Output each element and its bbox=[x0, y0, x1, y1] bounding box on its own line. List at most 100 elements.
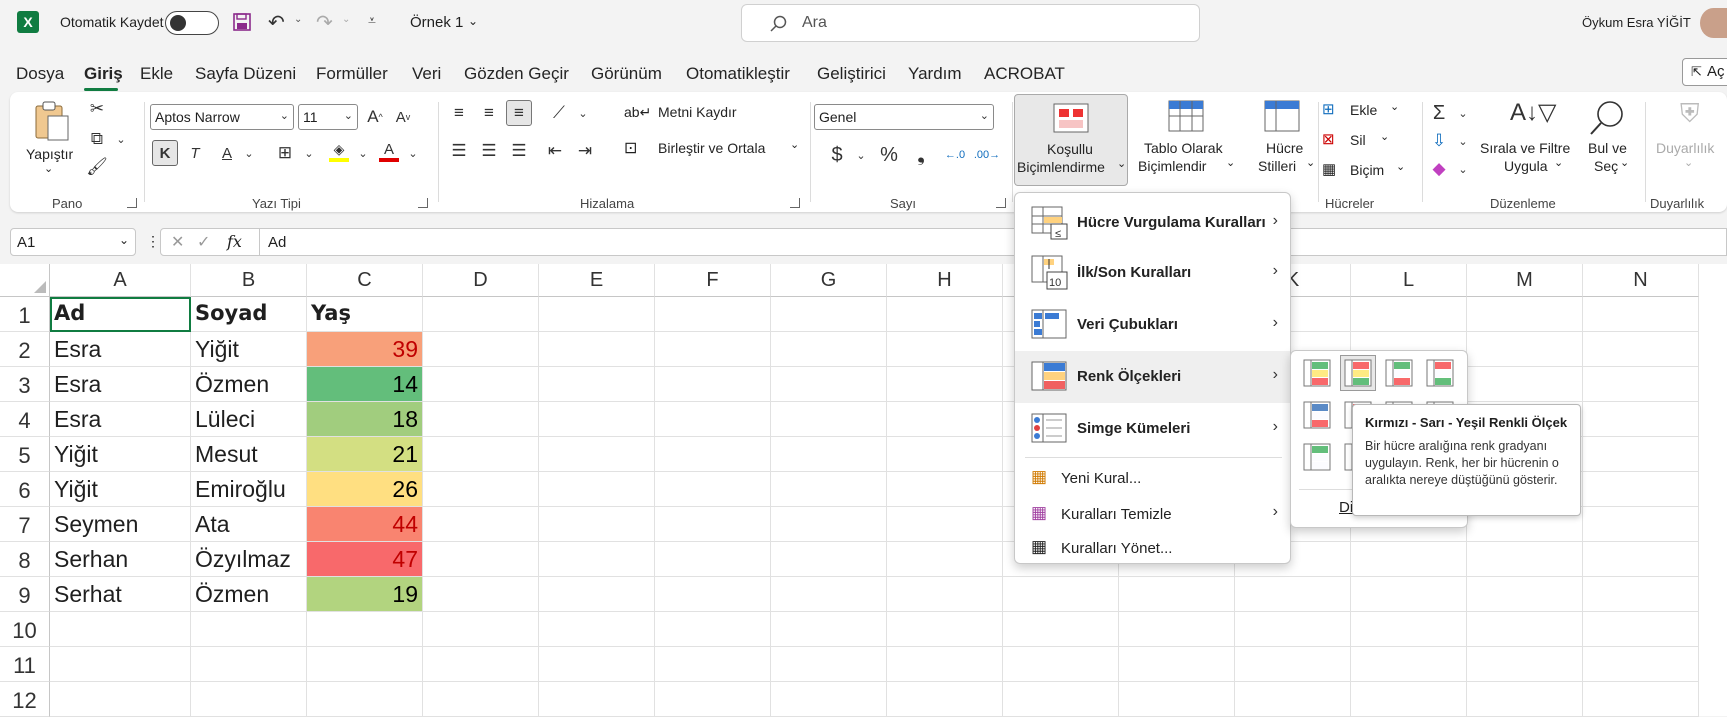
hizalama-launcher-icon[interactable] bbox=[790, 198, 800, 208]
cell[interactable] bbox=[1583, 367, 1699, 402]
cell[interactable] bbox=[1467, 367, 1583, 402]
cell[interactable] bbox=[1467, 297, 1583, 332]
cell[interactable] bbox=[887, 472, 1003, 507]
format-cells-button[interactable]: ▦ Biçim ⌄ bbox=[1310, 160, 1410, 184]
column-header-h[interactable]: H bbox=[887, 264, 1003, 297]
row-header-11[interactable]: 11 bbox=[0, 647, 50, 682]
cell[interactable] bbox=[655, 297, 771, 332]
color-scale-green-white-swatch[interactable] bbox=[1299, 439, 1335, 475]
cell[interactable] bbox=[1583, 437, 1699, 472]
format-as-table-button[interactable]: Tablo Olarak Biçimlendir ⌄ bbox=[1138, 94, 1238, 186]
cell[interactable] bbox=[191, 647, 307, 682]
color-scale-red-yellow-green-swatch[interactable] bbox=[1340, 355, 1376, 391]
menu-item-highlight-cell-rules[interactable]: ≤ Hücre Vurgulama Kuralları › bbox=[1015, 199, 1290, 247]
cell[interactable] bbox=[1467, 612, 1583, 647]
cell[interactable] bbox=[423, 437, 539, 472]
row-header-10[interactable]: 10 bbox=[0, 612, 50, 647]
row-header-6[interactable]: 6 bbox=[0, 472, 50, 507]
autosum-dropdown-icon[interactable]: ⌄ bbox=[1450, 100, 1476, 126]
cell[interactable] bbox=[539, 402, 655, 437]
cell[interactable] bbox=[1467, 682, 1583, 717]
column-header-l[interactable]: L bbox=[1351, 264, 1467, 297]
copy-icon[interactable]: ⧉ bbox=[84, 126, 110, 152]
cell[interactable] bbox=[1351, 542, 1467, 577]
cell[interactable] bbox=[1467, 332, 1583, 367]
cell[interactable] bbox=[887, 507, 1003, 542]
cell-yas[interactable]: 47 bbox=[307, 542, 423, 577]
cell[interactable] bbox=[1583, 682, 1699, 717]
bold-button[interactable]: K bbox=[152, 140, 178, 166]
redo-icon[interactable]: ↷ bbox=[316, 10, 333, 35]
delete-cells-button[interactable]: ⊠ Sil ⌄ bbox=[1310, 130, 1400, 154]
autosave-toggle[interactable] bbox=[165, 11, 219, 35]
cell[interactable] bbox=[307, 647, 423, 682]
clear-icon[interactable]: ◆ bbox=[1426, 156, 1452, 182]
tab-formuller[interactable]: Formüller bbox=[316, 64, 388, 84]
cell[interactable] bbox=[539, 332, 655, 367]
cell[interactable] bbox=[771, 542, 887, 577]
currency-dropdown-icon[interactable]: ⌄ bbox=[848, 142, 874, 168]
select-all-corner[interactable] bbox=[0, 264, 50, 297]
cell[interactable] bbox=[887, 297, 1003, 332]
sayi-launcher-icon[interactable] bbox=[996, 198, 1006, 208]
user-name[interactable]: Öykum Esra YİĞİT bbox=[1582, 15, 1691, 30]
tab-gozden-gecir[interactable]: Gözden Geçir bbox=[464, 64, 569, 84]
cell[interactable] bbox=[307, 682, 423, 717]
cell[interactable] bbox=[1583, 332, 1699, 367]
align-middle-icon[interactable]: ≡ bbox=[476, 100, 502, 126]
column-header-g[interactable]: G bbox=[771, 264, 887, 297]
cell[interactable] bbox=[887, 367, 1003, 402]
decrease-indent-icon[interactable]: ⇤ bbox=[542, 138, 568, 164]
increase-font-size-icon[interactable]: A ^ bbox=[362, 104, 388, 130]
cell-soyad[interactable]: Özmen bbox=[191, 367, 307, 402]
cell[interactable] bbox=[539, 507, 655, 542]
orientation-dropdown-icon[interactable]: ⌄ bbox=[570, 100, 596, 126]
cell[interactable] bbox=[655, 612, 771, 647]
cell-ad[interactable]: Serhat bbox=[50, 577, 191, 612]
cell[interactable] bbox=[1467, 577, 1583, 612]
cancel-formula-icon[interactable]: ✕ bbox=[171, 232, 184, 252]
cell[interactable] bbox=[1583, 472, 1699, 507]
cell[interactable] bbox=[771, 297, 887, 332]
formula-input[interactable]: Ad bbox=[260, 228, 1727, 256]
formula-bar-more-icon[interactable]: ⋮ bbox=[146, 233, 160, 250]
cell[interactable] bbox=[1119, 577, 1235, 612]
insert-cells-button[interactable]: ⊞ Ekle ⌄ bbox=[1310, 100, 1400, 124]
cell[interactable] bbox=[1583, 542, 1699, 577]
insert-function-icon[interactable]: fx bbox=[227, 232, 242, 251]
cell[interactable] bbox=[887, 542, 1003, 577]
align-center-icon[interactable]: ☰ bbox=[476, 138, 502, 164]
cell[interactable] bbox=[655, 437, 771, 472]
cell[interactable] bbox=[887, 437, 1003, 472]
save-icon[interactable] bbox=[232, 12, 252, 32]
cell[interactable] bbox=[423, 577, 539, 612]
yazi-tipi-launcher-icon[interactable] bbox=[418, 198, 428, 208]
column-header-a[interactable]: A bbox=[50, 264, 191, 297]
cell-ad[interactable]: Seymen bbox=[50, 507, 191, 542]
cell[interactable] bbox=[1351, 647, 1467, 682]
search-box[interactable]: Ara bbox=[741, 4, 1200, 42]
cell[interactable] bbox=[1467, 542, 1583, 577]
cell[interactable] bbox=[1003, 612, 1119, 647]
cell[interactable] bbox=[771, 402, 887, 437]
cell-soyad[interactable]: Emiroğlu bbox=[191, 472, 307, 507]
currency-button[interactable]: $ bbox=[824, 142, 850, 168]
cell[interactable] bbox=[423, 542, 539, 577]
tab-gorunum[interactable]: Görünüm bbox=[591, 64, 662, 84]
underline-dropdown-icon[interactable]: ⌄ bbox=[236, 140, 262, 166]
cell[interactable] bbox=[423, 472, 539, 507]
column-header-n[interactable]: N bbox=[1583, 264, 1699, 297]
cell[interactable] bbox=[1583, 297, 1699, 332]
cell[interactable] bbox=[887, 332, 1003, 367]
decrease-decimal-icon[interactable]: .00→ bbox=[974, 142, 1000, 168]
decrease-font-size-icon[interactable]: Av bbox=[390, 104, 416, 130]
tab-otomatiklestir[interactable]: Otomatikleştir bbox=[686, 64, 790, 84]
cell[interactable] bbox=[1119, 647, 1235, 682]
cell[interactable] bbox=[539, 437, 655, 472]
borders-icon[interactable]: ⊞ bbox=[272, 140, 298, 166]
row-header-8[interactable]: 8 bbox=[0, 542, 50, 577]
cell[interactable] bbox=[1119, 612, 1235, 647]
sort-filter-button[interactable]: A↓▽ Sırala ve Filtre Uygula ⌄ bbox=[1478, 94, 1574, 186]
color-scale-green-yellow-red-swatch[interactable] bbox=[1299, 355, 1335, 391]
cell[interactable] bbox=[539, 542, 655, 577]
